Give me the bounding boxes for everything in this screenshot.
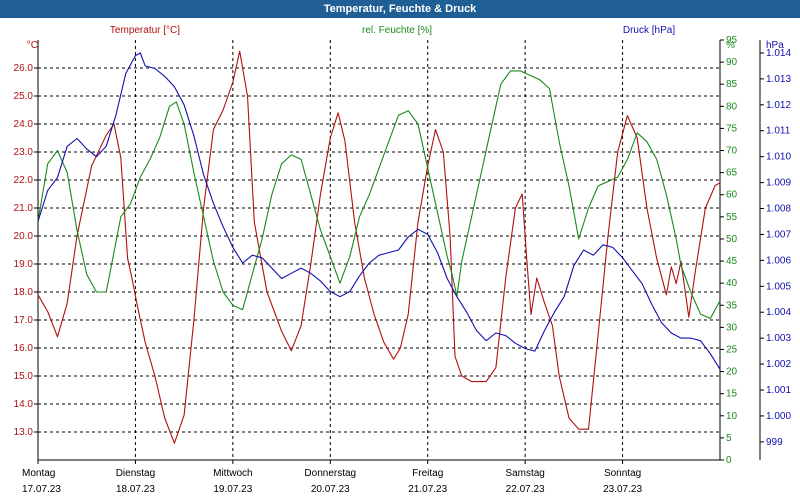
- date-label: 23.07.23: [603, 484, 642, 495]
- day-label: Sonntag: [604, 468, 641, 479]
- humidity-axis-title: rel. Feuchte [%]: [362, 25, 432, 36]
- temperature-axis-title: Temperatur [°C]: [110, 25, 180, 36]
- humidity-tick-label: 25: [726, 344, 738, 355]
- temperature-tick-label: 23.0: [14, 147, 34, 158]
- day-label: Freitag: [412, 468, 443, 479]
- humidity-tick-label: 55: [726, 212, 738, 223]
- date-label: 17.07.23: [22, 484, 61, 495]
- pressure-tick-label: 1.006: [766, 255, 791, 266]
- pressure-tick-label: 1.012: [766, 100, 791, 111]
- temperature-tick-label: 24.0: [14, 119, 34, 130]
- temperature-tick-label: 17.0: [14, 315, 34, 326]
- humidity-tick-label: 60: [726, 190, 738, 201]
- temperature-tick-label: 16.0: [14, 343, 34, 354]
- date-label: 22.07.23: [506, 484, 545, 495]
- humidity-tick-label: 70: [726, 146, 738, 157]
- pressure-tick-label: 1.009: [766, 178, 791, 189]
- pressure-tick-label: 1.008: [766, 204, 791, 215]
- humidity-tick-label: 45: [726, 256, 738, 267]
- temperature-tick-label: 19.0: [14, 259, 34, 270]
- pressure-unit-label: hPa: [766, 40, 784, 51]
- humidity-tick-label: 40: [726, 278, 738, 289]
- day-label: Donnerstag: [304, 468, 356, 479]
- humidity-tick-label: 75: [726, 123, 738, 134]
- temperature-tick-label: 18.0: [14, 287, 34, 298]
- temperature-tick-label: 21.0: [14, 203, 34, 214]
- pressure-tick-label: 1.001: [766, 385, 791, 396]
- temperature-tick-label: 14.0: [14, 399, 34, 410]
- humidity-tick-label: 0: [726, 455, 732, 466]
- pressure-tick-label: 1.003: [766, 333, 791, 344]
- day-label: Dienstag: [116, 468, 155, 479]
- humidity-tick-label: 50: [726, 234, 738, 245]
- pressure-tick-label: 1.000: [766, 411, 791, 422]
- weather-chart: 13.0 14.0 15.0 16.0 17.0 18.0 19.0 20.0 21.0 22.0…: [14, 25, 792, 495]
- pressure-tick-label: 1.013: [766, 74, 791, 85]
- date-label: 19.07.23: [213, 484, 252, 495]
- humidity-unit-label: %: [726, 40, 735, 51]
- temperature-tick-label: 15.0: [14, 371, 34, 382]
- pressure-axis-title: Druck [hPa]: [623, 25, 675, 36]
- date-label: 21.07.23: [408, 484, 447, 495]
- date-label: 18.07.23: [116, 484, 155, 495]
- temperature-tick-label: 13.0: [14, 427, 34, 438]
- date-label: 20.07.23: [311, 484, 350, 495]
- temperature-tick-label: 20.0: [14, 231, 34, 242]
- humidity-tick-label: 20: [726, 367, 738, 378]
- temperature-tick-label: 26.0: [14, 63, 34, 74]
- humidity-tick-label: 35: [726, 300, 738, 311]
- humidity-tick-label: 80: [726, 101, 738, 112]
- pressure-tick-label: 1.011: [766, 126, 791, 137]
- pressure-tick-label: 1.002: [766, 359, 791, 370]
- temperature-tick-label: 22.0: [14, 175, 34, 186]
- temperature-tick-label: 25.0: [14, 91, 34, 102]
- pressure-tick-label: 1.005: [766, 281, 791, 292]
- humidity-tick-label: 5: [726, 433, 732, 444]
- pressure-tick-label: 1.004: [766, 307, 791, 318]
- humidity-tick-label: 65: [726, 168, 738, 179]
- temperature-series-line: [37, 50, 721, 444]
- pressure-tick-label: 1.010: [766, 152, 791, 163]
- humidity-tick-label: 10: [726, 411, 738, 422]
- humidity-tick-label: 30: [726, 322, 738, 333]
- day-label: Mittwoch: [213, 468, 252, 479]
- pressure-tick-label: 999: [766, 437, 783, 448]
- humidity-tick-label: 85: [726, 79, 738, 90]
- temperature-unit-label: °C: [27, 40, 38, 51]
- day-label: Montag: [22, 468, 55, 479]
- humidity-tick-label: 15: [726, 389, 738, 400]
- humidity-series-line: [37, 70, 721, 320]
- humidity-tick-label: 90: [726, 57, 738, 68]
- pressure-tick-label: 1.007: [766, 229, 791, 240]
- day-label: Samstag: [505, 468, 544, 479]
